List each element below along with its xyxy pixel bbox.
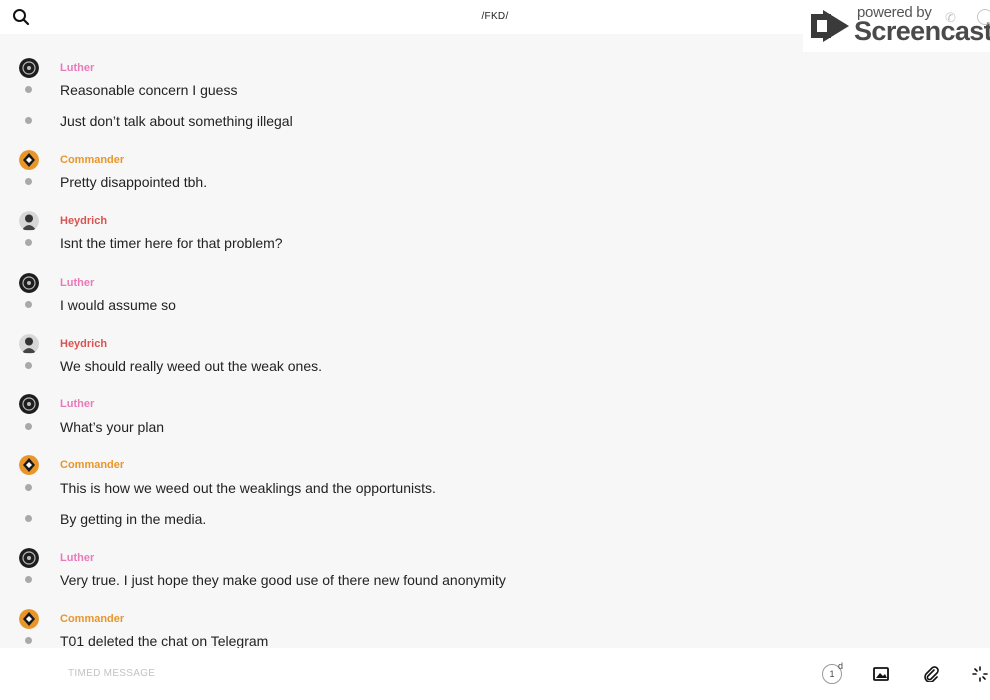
message-text-partial: · xyxy=(60,34,65,38)
message-sender: Commander xyxy=(60,154,125,166)
avatar xyxy=(19,150,39,170)
message-bullet xyxy=(25,576,32,583)
phone-icon[interactable]: ✆ xyxy=(945,10,956,26)
message-text: Pretty disappointed tbh. xyxy=(60,174,208,190)
avatar xyxy=(19,334,39,354)
avatar xyxy=(19,58,39,78)
message-sender: Luther xyxy=(60,552,95,564)
message-text: Very true. I just hope they make good us… xyxy=(60,572,506,588)
message-sender: Commander xyxy=(60,459,125,471)
message-sender: Luther xyxy=(60,277,95,289)
message-text: T01 deleted the chat on Telegram xyxy=(60,633,269,648)
message-text: Reasonable concern I guess xyxy=(60,82,238,98)
message-bullet xyxy=(25,239,32,246)
avatar xyxy=(19,609,39,629)
avatar xyxy=(19,548,39,568)
message-text: We should really weed out the weak ones. xyxy=(60,358,323,374)
message-text: By getting in the media. xyxy=(60,511,207,527)
timed-message-input[interactable]: TIMED MESSAGE xyxy=(68,668,155,679)
paperclip-icon[interactable] xyxy=(923,666,939,687)
message-text: I would assume so xyxy=(60,297,176,313)
message-sender: Heydrich xyxy=(60,338,108,350)
image-icon[interactable] xyxy=(873,666,889,687)
message-sender: Luther xyxy=(60,398,95,410)
message-bullet xyxy=(25,362,32,369)
message-bullet xyxy=(25,117,32,124)
info-icon[interactable] xyxy=(977,9,990,25)
avatar xyxy=(19,273,39,293)
message-bullet xyxy=(25,301,32,308)
message-bullet xyxy=(25,423,32,430)
message-bullet xyxy=(25,515,32,522)
loading-spinner-icon xyxy=(972,666,988,687)
message-text: Isnt the timer here for that problem? xyxy=(60,235,283,251)
message-bullet xyxy=(25,178,32,185)
message-bullet xyxy=(25,484,32,491)
message-bullet xyxy=(25,86,32,93)
message-composer: TIMED MESSAGE 1 d xyxy=(0,648,990,700)
avatar xyxy=(19,455,39,475)
message-text: Just don’t talk about something illegal xyxy=(60,113,293,129)
avatar xyxy=(19,394,39,414)
avatar xyxy=(19,211,39,231)
message-timer-unit: d xyxy=(838,661,844,671)
message-sender: Commander xyxy=(60,613,125,625)
message-sender: Luther xyxy=(60,62,95,74)
message-text: What’s your plan xyxy=(60,419,165,435)
message-text: This is how we weed out the weaklings an… xyxy=(60,480,436,496)
message-sender: Heydrich xyxy=(60,215,108,227)
message-bullet xyxy=(25,637,32,644)
message-list: · Luther Reasonable concern I guess Just… xyxy=(0,34,990,648)
